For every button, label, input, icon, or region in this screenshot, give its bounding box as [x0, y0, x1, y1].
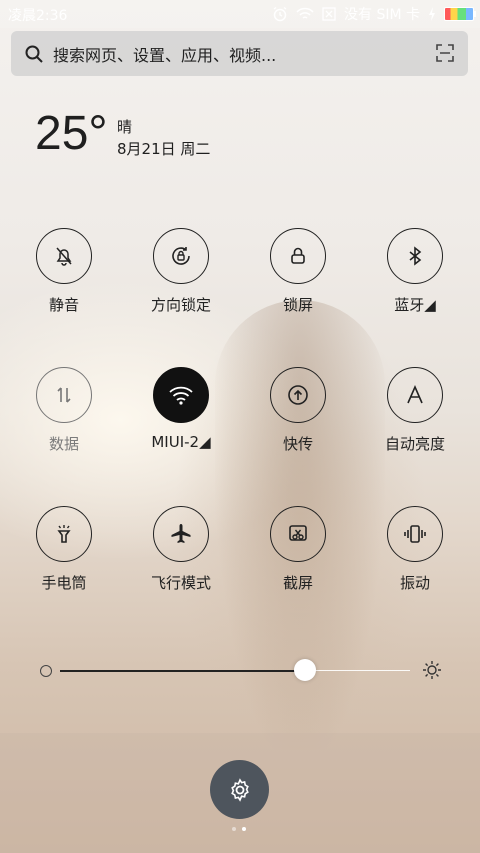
toggle-lock-screen[interactable]: 锁屏	[243, 228, 353, 315]
toggle-wifi-label: MIUI-2◢	[151, 433, 211, 451]
brightness-high-icon	[423, 661, 441, 679]
mobile-data-icon	[57, 387, 71, 403]
toggle-bluetooth-label: 蓝牙◢	[394, 296, 436, 314]
toggle-auto-brightness-circle[interactable]	[387, 367, 443, 423]
toggle-mobile-data-label: 数据	[48, 435, 79, 453]
toggle-airplane-mode-circle[interactable]	[153, 506, 209, 562]
toggle-vibrate-label: 振动	[399, 574, 430, 592]
page-indicator	[232, 827, 246, 831]
settings-button[interactable]	[210, 760, 269, 819]
wifi-status-icon	[296, 7, 314, 19]
toggle-rotation-lock[interactable]: 方向锁定	[126, 228, 236, 315]
toggle-bluetooth[interactable]: 蓝牙◢	[360, 228, 470, 315]
toggle-quick-share-circle[interactable]	[270, 367, 326, 423]
toggle-wifi-circle[interactable]	[153, 367, 209, 423]
status-bar: 凌晨2:36 没有 SIM 卡	[0, 0, 480, 28]
date-label: 8月21日 周二	[117, 140, 211, 158]
search-input[interactable]: 搜索网页、设置、应用、视频...	[53, 42, 276, 66]
brightness-track-empty[interactable]	[305, 670, 410, 671]
toggle-auto-brightness-label: 自动亮度	[384, 435, 445, 453]
wifi-icon	[169, 386, 193, 405]
bluetooth-icon	[409, 246, 422, 266]
status-icons: 没有 SIM 卡	[272, 4, 476, 24]
vibrate-icon	[404, 525, 426, 543]
toggle-airplane-mode[interactable]: 飞行模式	[126, 506, 236, 593]
brightness-slider[interactable]	[40, 656, 441, 686]
temperature: 25°	[35, 107, 108, 160]
rotation-lock-icon	[172, 247, 190, 265]
toggle-lock-screen-label: 锁屏	[282, 296, 313, 314]
toggle-rotation-lock-circle[interactable]	[153, 228, 209, 284]
toggle-quick-share[interactable]: 快传	[243, 367, 353, 454]
search-bar[interactable]: 搜索网页、设置、应用、视频...	[11, 31, 468, 76]
toggle-silent-label: 静音	[48, 296, 79, 314]
toggle-flashlight-circle[interactable]	[36, 506, 92, 562]
search-icon	[25, 45, 43, 63]
lock-icon	[291, 247, 305, 264]
toggle-wifi[interactable]: MIUI-2◢	[126, 367, 236, 451]
charging-icon	[429, 7, 435, 21]
toggle-flashlight-label: 手电筒	[41, 574, 87, 592]
toggle-vibrate[interactable]: 振动	[360, 506, 470, 593]
notification-shade: 凌晨2:36 没有 SIM 卡 搜索网页、设置、应用、视频... 25° 晴 8…	[0, 0, 480, 853]
toggle-screenshot[interactable]: 截屏	[243, 506, 353, 593]
alarm-icon	[273, 6, 287, 22]
toggle-airplane-mode-label: 飞行模式	[150, 574, 211, 592]
toggle-vibrate-circle[interactable]	[387, 506, 443, 562]
page-dot	[232, 827, 236, 831]
toggle-silent-circle[interactable]	[36, 228, 92, 284]
airplane-icon	[171, 524, 191, 543]
no-sim-icon	[322, 7, 336, 21]
toggle-mobile-data[interactable]: 数据	[9, 367, 119, 454]
page-dot-active	[242, 827, 246, 831]
toggle-auto-brightness[interactable]: 自动亮度	[360, 367, 470, 454]
brightness-low-icon	[40, 665, 52, 677]
toggle-silent[interactable]: 静音	[9, 228, 119, 315]
brightness-track-filled[interactable]	[60, 670, 305, 672]
toggle-rotation-lock-label: 方向锁定	[150, 296, 211, 314]
toggle-quick-share-label: 快传	[282, 435, 313, 453]
share-transfer-icon	[288, 385, 308, 405]
toggle-screenshot-circle[interactable]	[270, 506, 326, 562]
screenshot-icon	[289, 525, 307, 541]
bell-off-icon	[56, 247, 72, 266]
auto-brightness-icon	[407, 385, 423, 404]
weather-condition: 晴	[117, 118, 133, 136]
status-time: 凌晨2:36	[8, 8, 68, 24]
gear-icon	[230, 777, 249, 802]
toggle-bluetooth-circle[interactable]	[387, 228, 443, 284]
toggle-lock-screen-circle[interactable]	[270, 228, 326, 284]
brightness-thumb[interactable]	[294, 659, 316, 681]
weather-widget[interactable]: 25° 晴 8月21日 周二	[35, 107, 210, 160]
toggle-flashlight[interactable]: 手电筒	[9, 506, 119, 593]
flashlight-icon	[57, 525, 71, 543]
scan-icon[interactable]	[436, 44, 454, 62]
battery-icon	[444, 7, 476, 21]
toggle-screenshot-label: 截屏	[282, 574, 313, 592]
no-sim-text: 没有 SIM 卡	[344, 7, 420, 23]
toggle-mobile-data-circle[interactable]	[36, 367, 92, 423]
